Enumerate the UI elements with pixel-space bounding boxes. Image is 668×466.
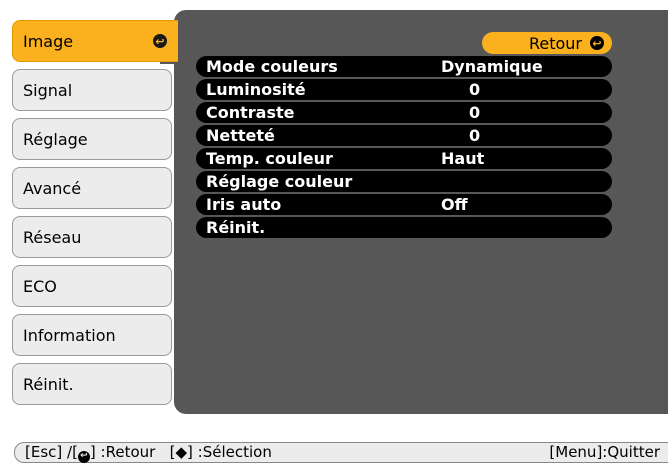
setting-row-temp-couleur[interactable]: Temp. couleur Haut xyxy=(196,148,612,169)
enter-icon: ↩ xyxy=(77,450,90,463)
setting-row-iris-auto[interactable]: Iris auto Off xyxy=(196,194,612,215)
setting-value: Haut xyxy=(441,149,485,168)
setting-row-reinit[interactable]: Réinit. xyxy=(196,217,612,238)
esc-hint-prefix: [Esc] /[ xyxy=(25,443,78,461)
setting-name: Luminosité xyxy=(206,80,306,99)
tab-label: Avancé xyxy=(23,178,82,198)
tab-reinit[interactable]: Réinit. xyxy=(12,363,172,405)
setting-row-contraste[interactable]: Contraste 0 xyxy=(196,102,612,123)
quit-hint: [Menu]:Quitter xyxy=(549,443,660,461)
retour-label: Retour xyxy=(528,33,582,53)
setting-name: Iris auto xyxy=(206,195,282,214)
tab-label: ECO xyxy=(23,276,57,296)
enter-icon: ↩ xyxy=(153,34,167,48)
setting-row-nettete[interactable]: Netteté 0 xyxy=(196,125,612,146)
tab-reseau[interactable]: Réseau xyxy=(12,216,172,258)
retour-hint: ] :Retour xyxy=(89,443,156,461)
select-hint: ] :Sélection xyxy=(187,443,272,461)
help-bar: [Esc] /[↩] :Retour [◆] :Sélection [Menu]… xyxy=(14,442,668,463)
tab-signal[interactable]: Signal xyxy=(12,69,172,111)
retour-button[interactable]: Retour ↩ xyxy=(482,32,612,54)
setting-row-reglage-couleur[interactable]: Réglage couleur xyxy=(196,171,612,192)
setting-name: Réinit. xyxy=(206,218,266,237)
help-bar-navigation: [Esc] /[↩] :Retour [◆] :Sélection xyxy=(25,443,272,463)
tab-information[interactable]: Information xyxy=(12,314,172,356)
setting-value: Dynamique xyxy=(441,57,543,76)
tab-label: Image xyxy=(23,31,74,51)
enter-icon: ↩ xyxy=(590,36,604,50)
setting-name: Réglage couleur xyxy=(206,172,353,191)
tab-reglage[interactable]: Réglage xyxy=(12,118,172,160)
tab-label: Réseau xyxy=(23,227,82,247)
setting-row-mode-couleurs[interactable]: Mode couleurs Dynamique xyxy=(196,56,612,77)
setting-name: Netteté xyxy=(206,126,275,145)
setting-name: Contraste xyxy=(206,103,295,122)
setting-value: 0 xyxy=(469,80,481,99)
setting-value: 0 xyxy=(469,103,481,122)
tab-avance[interactable]: Avancé xyxy=(12,167,172,209)
tab-label: Réglage xyxy=(23,129,88,149)
setting-name: Mode couleurs xyxy=(206,57,338,76)
setting-row-luminosite[interactable]: Luminosité 0 xyxy=(196,79,612,100)
tab-label: Signal xyxy=(23,80,73,100)
tab-image[interactable]: Image ↩ xyxy=(12,20,178,62)
tab-label: Information xyxy=(23,325,116,345)
setting-value: Off xyxy=(441,195,468,214)
tab-eco[interactable]: ECO xyxy=(12,265,172,307)
tab-label: Réinit. xyxy=(23,374,74,394)
up-down-icon: ◆ xyxy=(175,443,188,461)
setting-name: Temp. couleur xyxy=(206,149,333,168)
setting-value: 0 xyxy=(469,126,481,145)
